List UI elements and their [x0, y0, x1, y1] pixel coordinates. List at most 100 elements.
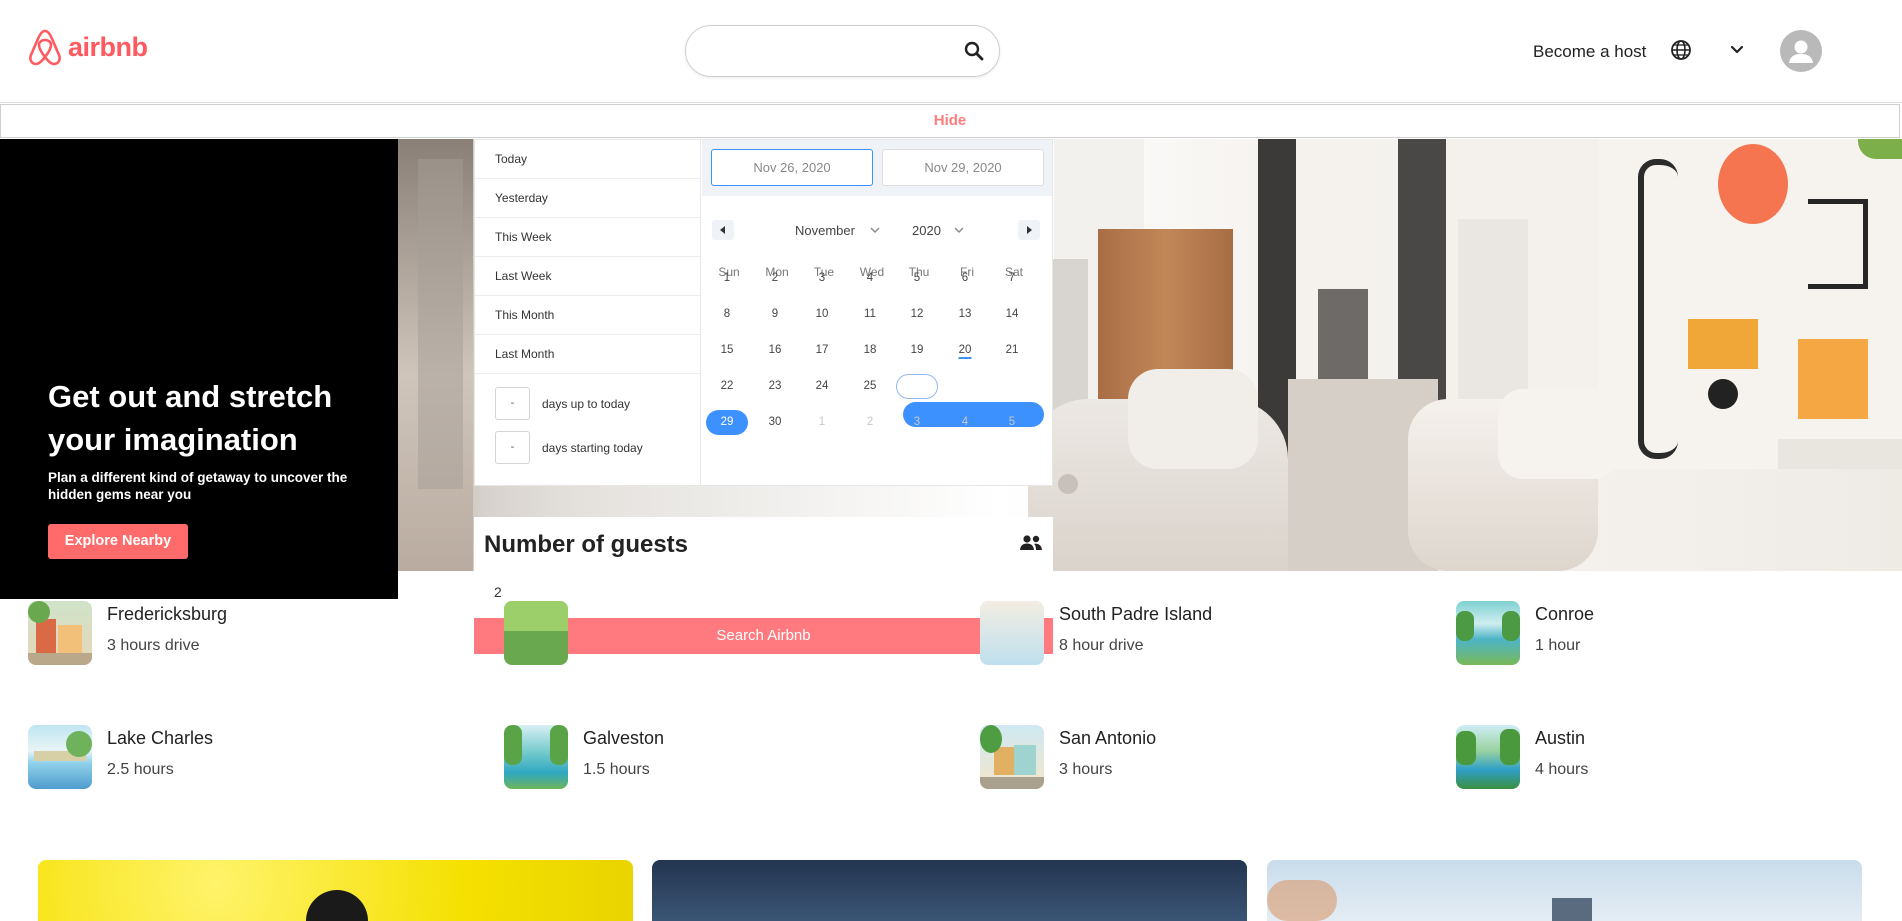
place-thumbnail [504, 725, 568, 789]
calendar-day[interactable]: 21 [991, 338, 1033, 363]
chevron-down-icon[interactable] [1728, 41, 1746, 59]
people-icon [1020, 535, 1042, 550]
calendar-day[interactable]: 16 [754, 338, 796, 363]
calendar-day[interactable]: 26 [896, 374, 938, 399]
airbnb-logo[interactable]: airbnb [28, 28, 148, 66]
nearby-place[interactable]: San Antonio 3 hours [980, 725, 1156, 789]
calendar-day[interactable]: 5 [991, 410, 1033, 435]
calendar-day[interactable]: 22 [706, 374, 748, 399]
experience-card[interactable] [38, 860, 633, 921]
range-this-month[interactable]: This Month [475, 296, 700, 335]
calendar-day[interactable]: 17 [801, 338, 843, 363]
caret-right-icon [1027, 226, 1032, 234]
calendar-day[interactable]: 1 [801, 410, 843, 435]
caret-left-icon [720, 226, 725, 234]
range-this-week[interactable]: This Week [475, 218, 700, 257]
calendar-day[interactable]: 25 [849, 374, 891, 399]
calendar-day[interactable]: 4 [944, 410, 986, 435]
calendar-day[interactable]: 19 [896, 338, 938, 363]
place-name: Fredericksburg [107, 604, 228, 624]
calendar-day[interactable]: 4 [849, 266, 891, 291]
calendar-day[interactable]: 13 [944, 302, 986, 327]
experience-card[interactable] [1267, 860, 1862, 921]
search-input[interactable] [685, 25, 1000, 77]
end-date-input[interactable]: Nov 29, 2020 [882, 149, 1044, 186]
become-host-link[interactable]: Become a host [1533, 42, 1646, 62]
calendar-day[interactable]: 12 [896, 302, 938, 327]
chevron-down-icon [870, 227, 880, 233]
hero-subtitle: Plan a different kind of getaway to unco… [48, 470, 348, 502]
calendar-day[interactable]: 8 [706, 302, 748, 327]
calendar-day[interactable]: 9 [754, 302, 796, 327]
calendar-day[interactable]: 2 [754, 266, 796, 291]
calendar-day[interactable]: 27 [944, 374, 986, 399]
calendar-day[interactable]: 6 [944, 266, 986, 291]
range-last-month[interactable]: Last Month [475, 335, 700, 374]
globe-icon[interactable] [1670, 39, 1692, 61]
range-yesterday[interactable]: Yesterday [475, 179, 700, 218]
calendar-day[interactable]: 23 [754, 374, 796, 399]
place-thumbnail [1456, 601, 1520, 665]
calendar-day[interactable]: 7 [991, 266, 1033, 291]
place-distance: 1.5 hours [583, 761, 650, 778]
calendar-day[interactable]: 15 [706, 338, 748, 363]
predefined-ranges: Today Yesterday This Week Last Week This… [475, 140, 701, 485]
days-starting-today-input[interactable]: - [495, 431, 530, 464]
airbnb-logo-icon [29, 29, 61, 66]
hide-bar: Hide [0, 104, 1900, 138]
experience-card[interactable] [652, 860, 1247, 921]
place-thumbnail [28, 601, 92, 665]
calendar-day[interactable]: 24 [801, 374, 843, 399]
logo-text: airbnb [68, 31, 148, 62]
place-thumbnail [28, 725, 92, 789]
start-date-input[interactable]: Nov 26, 2020 [711, 149, 873, 186]
calendar-day[interactable]: 3 [801, 266, 843, 291]
guests-title: Number of guests [484, 531, 689, 558]
place-distance: 3 hours drive [107, 637, 200, 654]
calendar-day[interactable]: 29 [706, 410, 748, 435]
calendar-day[interactable]: 14 [991, 302, 1033, 327]
place-distance: 8 hour drive [1059, 637, 1144, 654]
user-avatar[interactable] [1780, 30, 1822, 72]
month-select[interactable]: November [795, 223, 881, 238]
hide-button[interactable]: Hide [934, 112, 967, 129]
days-up-to-today-input[interactable]: - [495, 387, 530, 420]
chevron-down-icon [954, 227, 964, 233]
nearby-place[interactable]: Fredericksburg 3 hours drive [28, 601, 227, 665]
prev-month-button[interactable] [712, 220, 734, 240]
days-up-to-today-label: days up to today [542, 396, 631, 411]
calendar-day[interactable]: 10 [801, 302, 843, 327]
nearby-place[interactable]: Conroe 1 hour [1456, 601, 1594, 665]
place-thumbnail [504, 601, 568, 665]
nearby-place[interactable]: Galveston 1.5 hours [504, 725, 664, 789]
place-name: Galveston [583, 728, 665, 748]
search-icon[interactable] [963, 40, 985, 62]
hero-title: Get out and stretch your imagination [48, 379, 333, 457]
nearby-place[interactable]: Lake Charles 2.5 hours [28, 725, 213, 789]
guests-input[interactable]: 2 [494, 584, 502, 600]
days-starting-today-label: days starting today [542, 440, 643, 455]
explore-nearby-button[interactable]: Explore Nearby [48, 524, 188, 559]
calendar-day[interactable]: 2 [849, 410, 891, 435]
next-month-button[interactable] [1018, 220, 1040, 240]
place-distance: 2.5 hours [107, 761, 174, 778]
days-up-to-today-row: - days up to today [495, 387, 630, 420]
range-last-week[interactable]: Last Week [475, 257, 700, 296]
calendar-day[interactable]: 20 [944, 338, 986, 363]
calendar-day[interactable]: 30 [754, 410, 796, 435]
year-select[interactable]: 2020 [912, 223, 965, 238]
place-thumbnail [1456, 725, 1520, 789]
calendar-day[interactable]: 5 [896, 266, 938, 291]
calendar-day[interactable]: 28 [991, 374, 1033, 399]
calendar-day[interactable]: 3 [896, 410, 938, 435]
nearby-place[interactable] [504, 601, 583, 665]
range-today[interactable]: Today [475, 140, 700, 179]
calendar-day[interactable]: 18 [849, 338, 891, 363]
nearby-place[interactable]: Austin 4 hours [1456, 725, 1588, 789]
calendar-day[interactable]: 1 [706, 266, 748, 291]
nearby-place[interactable]: South Padre Island 8 hour drive [980, 601, 1212, 665]
place-name: Austin [1535, 728, 1586, 748]
calendar-day[interactable]: 11 [849, 302, 891, 327]
place-distance: 3 hours [1059, 761, 1113, 778]
year-value: 2020 [912, 223, 941, 238]
